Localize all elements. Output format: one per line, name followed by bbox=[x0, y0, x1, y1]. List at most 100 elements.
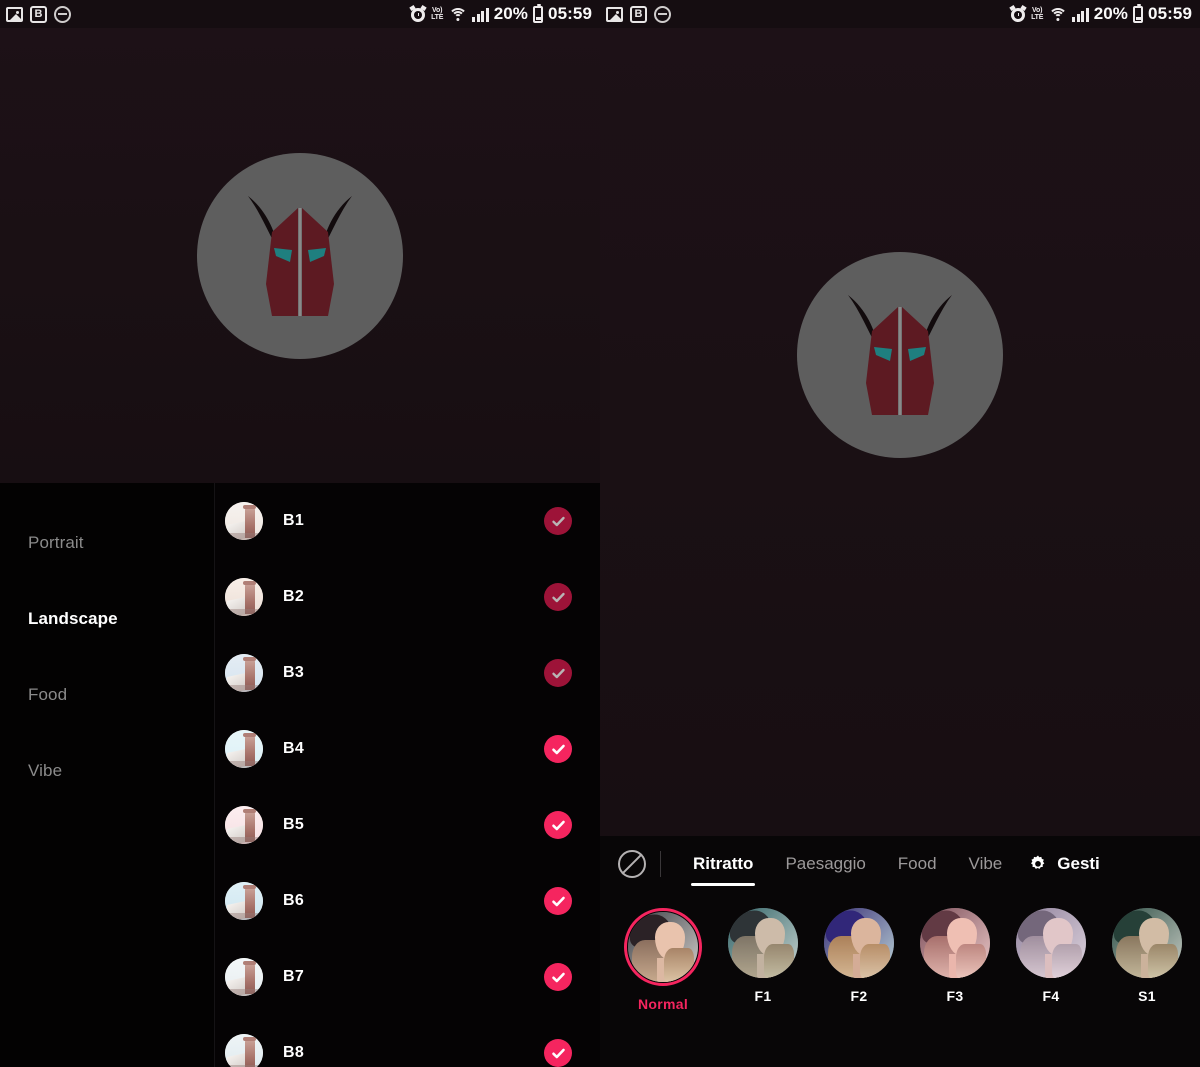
volte-bottom: LTE bbox=[1031, 14, 1044, 21]
preset-thumbnail bbox=[225, 654, 263, 692]
filter-item-f1[interactable]: F1 bbox=[728, 908, 798, 1004]
preset-thumbnail bbox=[225, 882, 263, 920]
photo-icon bbox=[606, 6, 623, 22]
gear-icon bbox=[1031, 855, 1045, 869]
do-not-disturb-icon bbox=[54, 5, 71, 23]
list-item[interactable]: B7 bbox=[215, 939, 600, 1015]
battery-percent-label: 20% bbox=[493, 4, 529, 23]
manage-filters-button[interactable]: Gesti bbox=[1018, 854, 1100, 874]
nav-item-label: Portrait bbox=[28, 533, 84, 552]
wifi-icon bbox=[448, 6, 468, 22]
list-item[interactable]: B1 bbox=[215, 483, 600, 559]
preset-sheet: Portrait Landscape Food Vibe B1 B2 B3 B4… bbox=[0, 483, 600, 1067]
nav-item-food[interactable]: Food bbox=[0, 657, 214, 733]
do-not-disturb-icon bbox=[654, 5, 671, 23]
nav-item-label: Vibe bbox=[28, 761, 63, 780]
nav-item-vibe[interactable]: Vibe bbox=[0, 733, 214, 809]
list-item-label: B3 bbox=[283, 664, 305, 681]
dual-screenshot: Portrait Landscape Food Vibe B1 B2 B3 B4… bbox=[0, 0, 1200, 1067]
filter-thumbnail bbox=[1112, 908, 1182, 978]
filter-label: F3 bbox=[946, 988, 964, 1004]
nav-item-landscape[interactable]: Landscape bbox=[0, 581, 214, 657]
check-icon[interactable] bbox=[544, 811, 572, 839]
camera-viewfinder-right[interactable] bbox=[600, 28, 1200, 836]
list-item-label: B5 bbox=[283, 816, 305, 833]
divider bbox=[660, 851, 661, 877]
filter-thumbnail bbox=[824, 908, 894, 978]
check-icon[interactable] bbox=[544, 887, 572, 915]
nav-item-label: Landscape bbox=[28, 609, 118, 628]
tab-label: Paesaggio bbox=[785, 854, 866, 873]
preset-thumbnail bbox=[225, 806, 263, 844]
check-icon[interactable] bbox=[544, 507, 572, 535]
filter-item-f4[interactable]: F4 bbox=[1016, 908, 1086, 1004]
filter-thumbnail bbox=[728, 908, 798, 978]
tab-food[interactable]: Food bbox=[882, 836, 953, 892]
list-item[interactable]: B6 bbox=[215, 863, 600, 939]
filter-thumbnail bbox=[628, 912, 698, 982]
tab-vibe[interactable]: Vibe bbox=[953, 836, 1019, 892]
left-pane: Portrait Landscape Food Vibe B1 B2 B3 B4… bbox=[0, 0, 600, 1067]
list-item[interactable]: B2 bbox=[215, 559, 600, 635]
filter-item-s1[interactable]: S1 bbox=[1112, 908, 1182, 1004]
list-item-label: B8 bbox=[283, 1044, 305, 1061]
check-icon[interactable] bbox=[544, 583, 572, 611]
signal-icon bbox=[1072, 7, 1089, 22]
filter-label: Normal bbox=[637, 996, 689, 1012]
preset-thumbnail bbox=[225, 958, 263, 996]
check-icon[interactable] bbox=[544, 1039, 572, 1067]
tab-label: Vibe bbox=[968, 854, 1003, 873]
preset-thumbnail bbox=[225, 502, 263, 540]
clock-label: 05:59 bbox=[1148, 4, 1192, 23]
filter-thumbnail-strip[interactable]: Normal F1 F2 F3 F4 S1 bbox=[600, 892, 1200, 1012]
filter-thumbnail bbox=[920, 908, 990, 978]
knight-helmet-logo bbox=[797, 252, 1003, 458]
list-item[interactable]: B3 bbox=[215, 635, 600, 711]
list-item-label: B2 bbox=[283, 588, 305, 605]
volte-top: Vo) bbox=[1032, 6, 1043, 14]
nav-item-portrait[interactable]: Portrait bbox=[0, 505, 214, 581]
battery-icon bbox=[533, 3, 544, 23]
status-bar-right: Vo) LTE 20% 05:59 bbox=[1009, 3, 1192, 24]
preset-thumbnail bbox=[225, 578, 263, 616]
check-icon[interactable] bbox=[544, 659, 572, 687]
selection-ring bbox=[624, 908, 702, 986]
status-bar-left: B bbox=[6, 5, 71, 23]
list-item[interactable]: B8 bbox=[215, 1015, 600, 1067]
list-item-label: B7 bbox=[283, 968, 305, 985]
filter-label: F4 bbox=[1042, 988, 1060, 1004]
filter-category-tabs: Ritratto Paesaggio Food Vibe Gesti bbox=[600, 836, 1200, 892]
alarm-icon bbox=[1009, 4, 1027, 22]
filter-item-normal[interactable]: Normal bbox=[624, 908, 702, 1012]
check-icon[interactable] bbox=[544, 963, 572, 991]
tab-label: Food bbox=[897, 854, 937, 873]
tab-label: Ritratto bbox=[693, 854, 754, 873]
alarm-icon bbox=[409, 4, 427, 22]
filter-label: S1 bbox=[1138, 988, 1156, 1004]
preset-thumbnail bbox=[225, 730, 263, 768]
list-item[interactable]: B4 bbox=[215, 711, 600, 787]
filter-item-f2[interactable]: F2 bbox=[824, 908, 894, 1004]
tab-paesaggio[interactable]: Paesaggio bbox=[769, 836, 881, 892]
preset-list[interactable]: B1 B2 B3 B4 B5 B6 B7 B8 bbox=[215, 483, 600, 1067]
list-item-label: B4 bbox=[283, 740, 305, 757]
check-icon[interactable] bbox=[544, 735, 572, 763]
wifi-icon bbox=[1048, 6, 1068, 22]
signal-icon bbox=[472, 7, 489, 22]
knight-helmet-logo bbox=[197, 152, 403, 359]
no-filter-icon[interactable] bbox=[618, 850, 646, 878]
filter-label: F1 bbox=[754, 988, 772, 1004]
status-bar: B Vo) LTE 20% 05:59 bbox=[600, 0, 1200, 28]
bixby-icon: B bbox=[630, 5, 647, 23]
right-pane: Ritratto Paesaggio Food Vibe Gesti Norma… bbox=[600, 0, 1200, 1067]
filter-bar: Ritratto Paesaggio Food Vibe Gesti Norma… bbox=[600, 836, 1200, 1067]
filter-item-f3[interactable]: F3 bbox=[920, 908, 990, 1004]
volte-top: Vo) bbox=[432, 6, 443, 14]
nav-item-label: Food bbox=[28, 685, 68, 704]
camera-viewfinder-left[interactable] bbox=[0, 28, 600, 483]
app-logo-right bbox=[797, 252, 1003, 458]
list-item[interactable]: B5 bbox=[215, 787, 600, 863]
preset-thumbnail bbox=[225, 1034, 263, 1067]
battery-icon bbox=[1133, 3, 1144, 23]
tab-ritratto[interactable]: Ritratto bbox=[677, 836, 769, 892]
